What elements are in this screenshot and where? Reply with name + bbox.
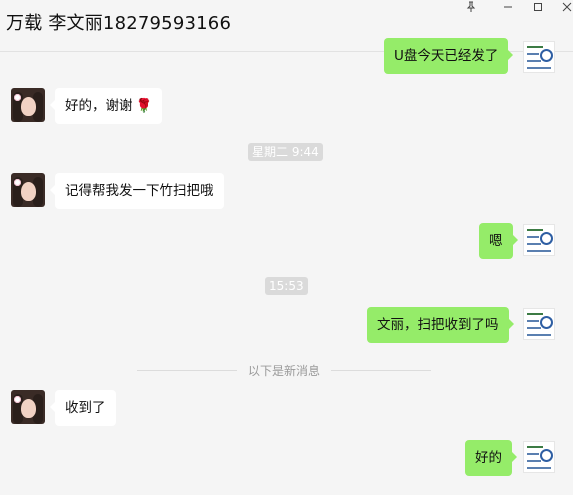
pin-icon[interactable]: [460, 0, 482, 14]
self-avatar[interactable]: [523, 224, 555, 256]
minimize-icon[interactable]: [497, 0, 519, 14]
message-bubble-outgoing[interactable]: 文丽，扫把收到了吗: [367, 307, 513, 343]
message-bubble-outgoing[interactable]: 嗯: [479, 223, 517, 259]
message-bubble-incoming[interactable]: 记得帮我发一下竹扫把哦: [50, 173, 224, 209]
close-icon[interactable]: [556, 0, 573, 14]
message-bubble-outgoing[interactable]: 好的: [465, 440, 517, 476]
message-bubble-outgoing[interactable]: U盘今天已经发了: [384, 38, 514, 74]
rose-emoji-icon: 🌹: [135, 98, 153, 114]
message-timestamp: 15:53: [265, 277, 308, 295]
contact-avatar[interactable]: [11, 88, 45, 122]
message-text: 好的，谢谢: [65, 98, 133, 114]
new-messages-divider: 以下是新消息: [248, 364, 321, 378]
self-avatar[interactable]: [523, 308, 555, 340]
self-avatar[interactable]: [523, 441, 555, 473]
maximize-icon[interactable]: [527, 0, 549, 14]
divider-line-left: [137, 370, 237, 371]
chat-window: 万载 李文丽18279593166 U盘今天已经发了 好的，谢谢 🌹 星期二 9:…: [0, 0, 573, 495]
contact-avatar[interactable]: [11, 390, 45, 424]
divider-line-right: [331, 370, 431, 371]
contact-avatar[interactable]: [11, 173, 45, 207]
message-timestamp: 星期二 9:44: [248, 143, 323, 161]
chat-title: 万载 李文丽18279593166: [6, 13, 232, 34]
self-avatar[interactable]: [523, 41, 555, 73]
message-bubble-incoming[interactable]: 好的，谢谢 🌹: [49, 88, 163, 124]
message-bubble-incoming[interactable]: 收到了: [50, 390, 116, 426]
